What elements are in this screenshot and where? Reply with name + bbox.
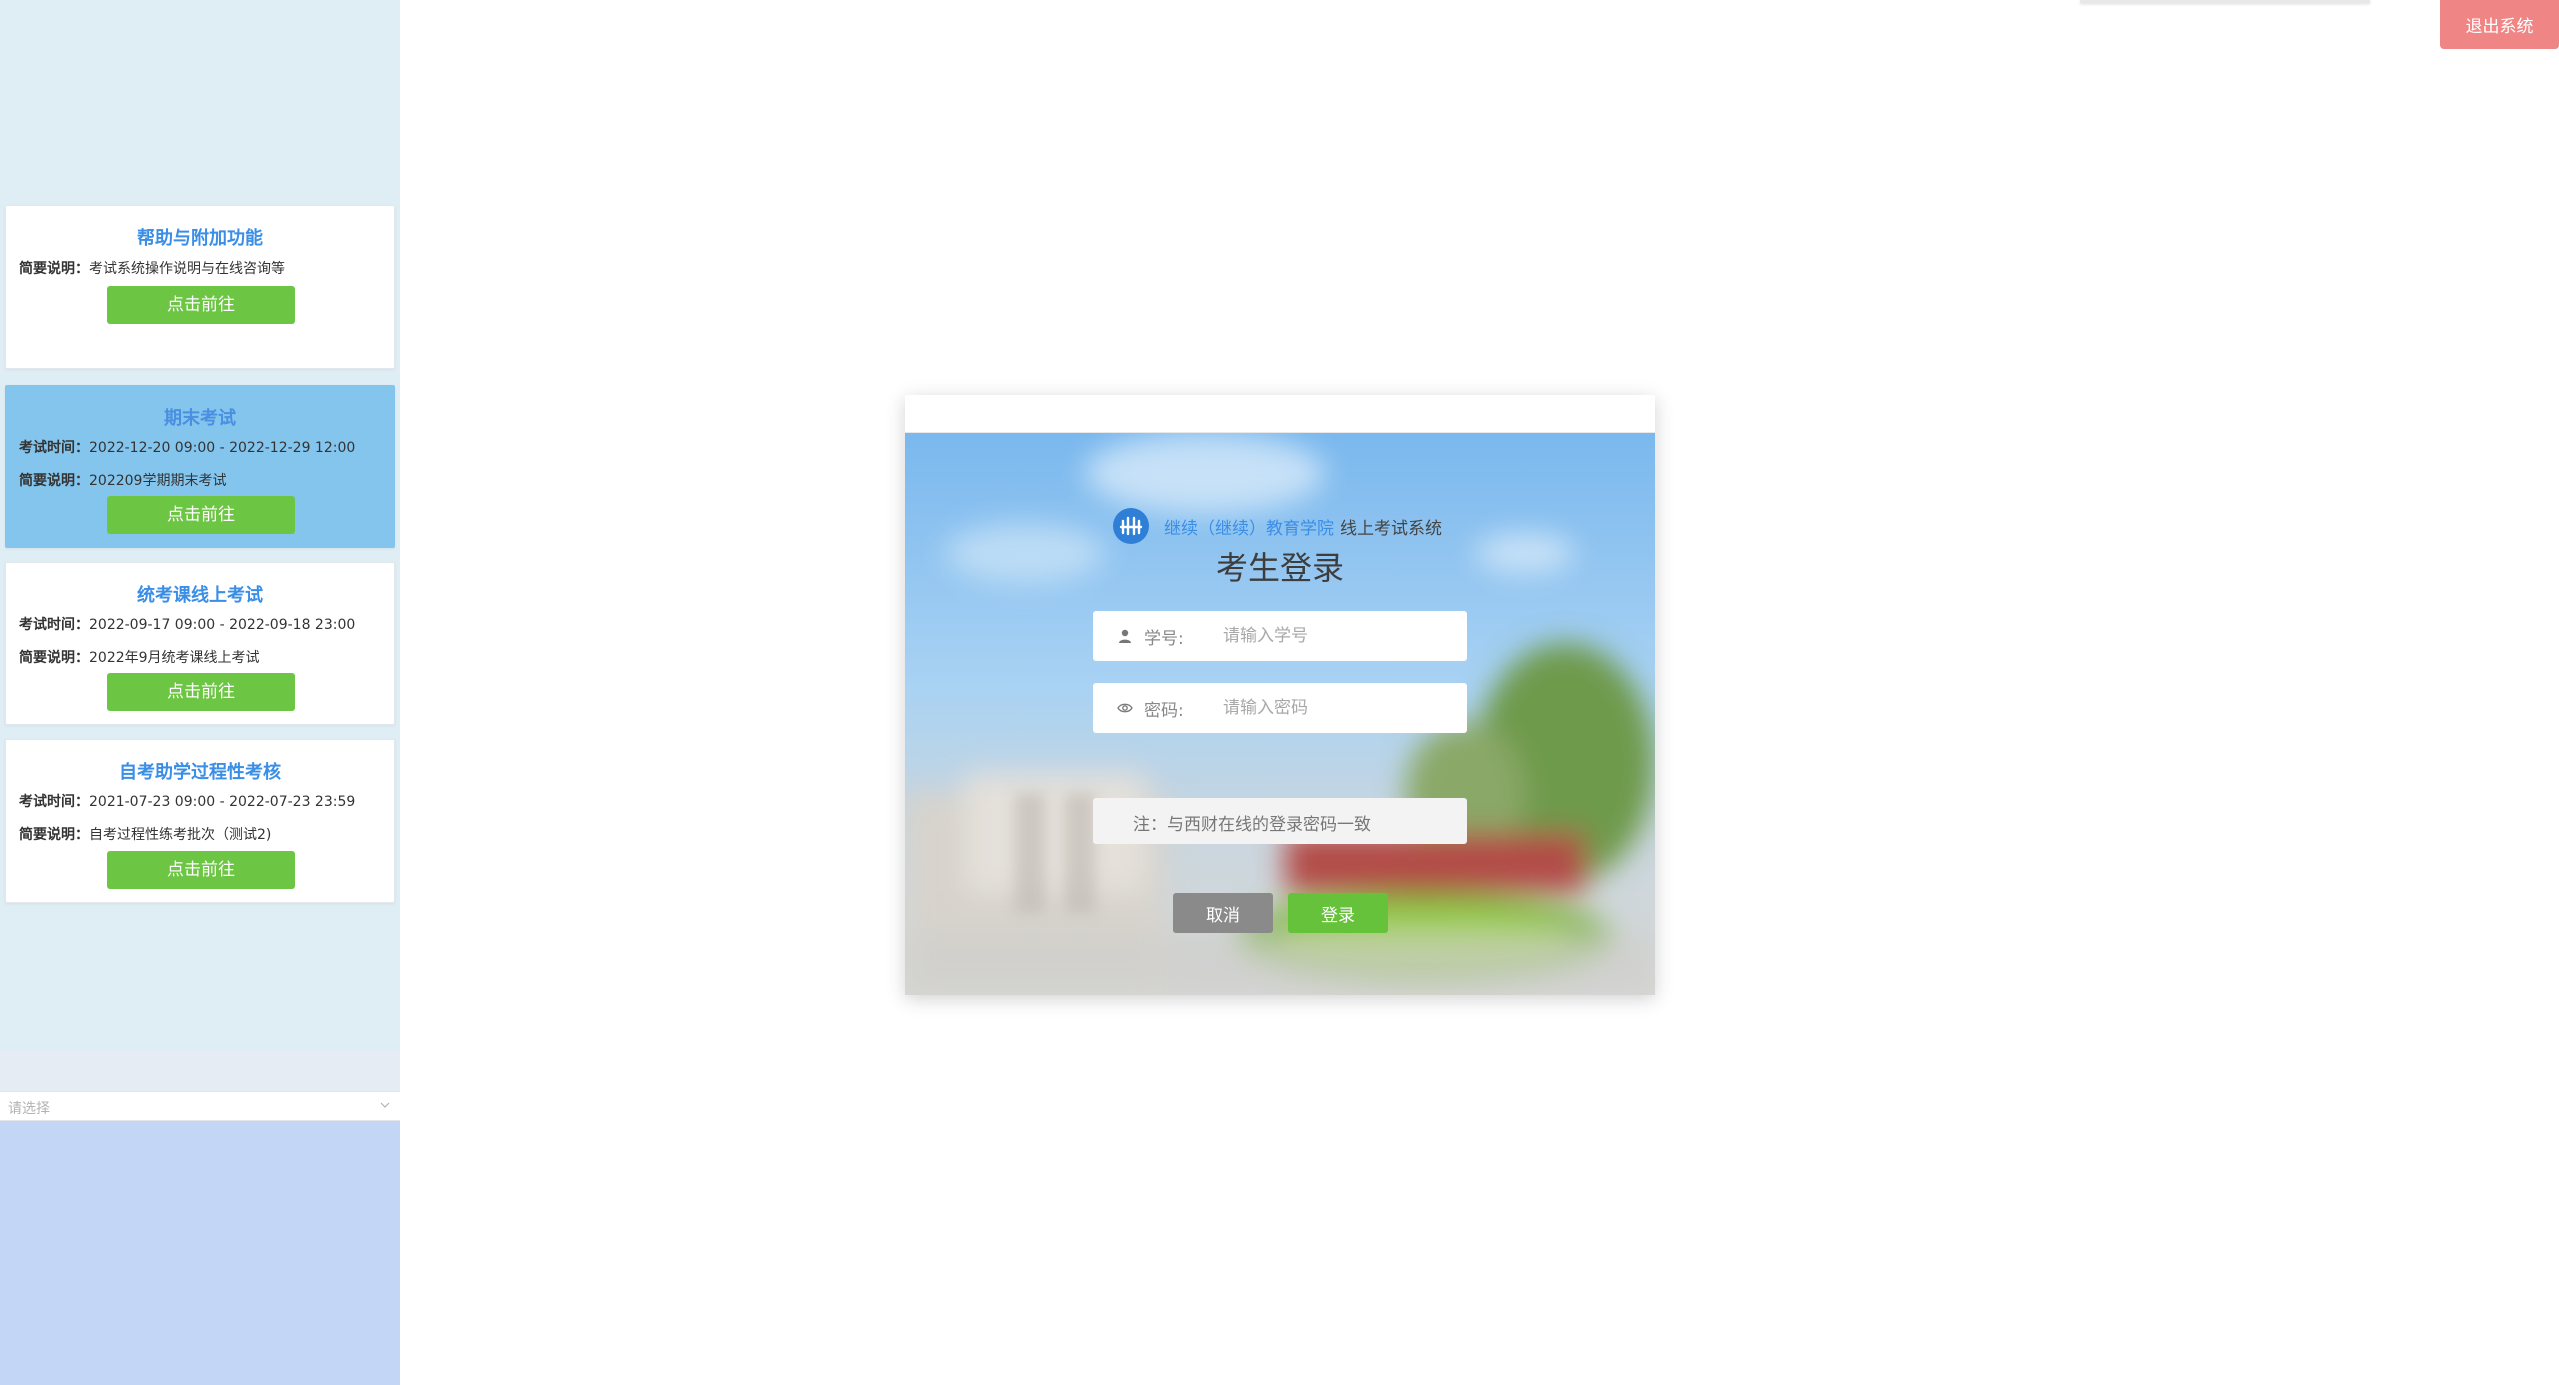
card-desc-label: 简要说明： [19, 827, 89, 843]
card-desc: 简要说明：自考过程性练考批次（测试2) [19, 824, 271, 844]
card-desc-value: 202209学期期末考试 [89, 473, 227, 489]
page-root: 帮助与附加功能 简要说明：考试系统操作说明与在线咨询等 点击前往 期末考试 考试… [0, 0, 2559, 1385]
password-label: 密码: [1144, 701, 1184, 721]
card-desc-value: 2022年9月统考课线上考试 [89, 650, 260, 666]
card-time-label: 考试时间： [19, 617, 89, 633]
card-time: 考试时间：2022-12-20 09:00 - 2022-12-29 12:00 [19, 437, 355, 457]
school-logo-icon [1113, 508, 1149, 544]
card-desc-value: 考试系统操作说明与在线咨询等 [89, 261, 285, 277]
card-unified-exam: 统考课线上考试 考试时间：2022-09-17 09:00 - 2022-09-… [5, 562, 395, 725]
card-title: 自考助学过程性考核 [119, 762, 281, 783]
go-button-help[interactable]: 点击前往 [107, 286, 295, 324]
brand-name: 继续（继续）教育学院 [1164, 518, 1334, 539]
student-id-field: 学号: [1093, 611, 1467, 661]
card-time: 考试时间：2022-09-17 09:00 - 2022-09-18 23:00 [19, 614, 355, 634]
chevron-down-icon [380, 1102, 390, 1108]
card-title: 帮助与附加功能 [137, 228, 263, 249]
card-time-value: 2022-12-20 09:00 - 2022-12-29 12:00 [89, 440, 356, 456]
card-desc-label: 简要说明： [19, 473, 89, 489]
login-panel-header [905, 395, 1655, 433]
login-button[interactable]: 登录 [1288, 893, 1388, 933]
student-id-input[interactable] [1223, 619, 1453, 653]
card-time-label: 考试时间： [19, 440, 89, 456]
login-title: 考生登录 [1215, 549, 1344, 587]
card-desc: 简要说明：2022年9月统考课线上考试 [19, 647, 260, 667]
select-placeholder: 请选择 [8, 1101, 50, 1117]
card-desc: 简要说明：考试系统操作说明与在线咨询等 [19, 258, 285, 278]
card-time: 考试时间：2021-07-23 09:00 - 2022-07-23 23:59 [19, 791, 355, 811]
password-field: 密码: [1093, 683, 1467, 733]
sidebar-bottom-panel [0, 1121, 400, 1385]
card-help: 帮助与附加功能 简要说明：考试系统操作说明与在线咨询等 点击前往 [5, 205, 395, 369]
card-desc-label: 简要说明： [19, 650, 89, 666]
card-final-exam: 期末考试 考试时间：2022-12-20 09:00 - 2022-12-29 … [5, 385, 395, 548]
campus-background: 继续（继续）教育学院 线上考试系统 考生登录 学号: 密码: [905, 433, 1655, 995]
go-button-self-study[interactable]: 点击前往 [107, 851, 295, 889]
sidebar: 帮助与附加功能 简要说明：考试系统操作说明与在线咨询等 点击前往 期末考试 考试… [0, 0, 400, 1385]
brand-system: 线上考试系统 [1340, 518, 1442, 539]
card-title: 期末考试 [164, 408, 236, 429]
card-time-value: 2022-09-17 09:00 - 2022-09-18 23:00 [89, 617, 356, 633]
user-icon [1119, 629, 1131, 643]
brand: 继续（继续）教育学院 线上考试系统 [1112, 506, 1442, 546]
card-time-value: 2021-07-23 09:00 - 2022-07-23 23:59 [89, 794, 356, 810]
logout-button[interactable]: 退出系统 [2440, 0, 2559, 49]
top-strip [2080, 0, 2370, 3]
go-button-unified-exam[interactable]: 点击前往 [107, 673, 295, 711]
password-input[interactable] [1223, 691, 1453, 725]
card-self-study: 自考助学过程性考核 考试时间：2021-07-23 09:00 - 2022-0… [5, 739, 395, 903]
sidebar-gap [0, 1051, 400, 1091]
go-button-final-exam[interactable]: 点击前往 [107, 496, 295, 534]
batch-select[interactable]: 请选择 [0, 1091, 400, 1121]
cancel-button[interactable]: 取消 [1173, 893, 1273, 933]
password-note-text: 注：与西财在线的登录密码一致 [1133, 815, 1371, 835]
student-id-label: 学号: [1144, 629, 1184, 649]
eye-icon [1117, 703, 1133, 713]
login-panel: 继续（继续）教育学院 线上考试系统 考生登录 学号: 密码: [905, 395, 1655, 995]
card-title: 统考课线上考试 [137, 585, 263, 606]
card-desc: 简要说明：202209学期期末考试 [19, 470, 226, 490]
card-time-label: 考试时间： [19, 794, 89, 810]
card-desc-label: 简要说明： [19, 261, 89, 277]
card-desc-value: 自考过程性练考批次（测试2) [89, 827, 272, 843]
password-note: 注：与西财在线的登录密码一致 [1093, 798, 1467, 844]
